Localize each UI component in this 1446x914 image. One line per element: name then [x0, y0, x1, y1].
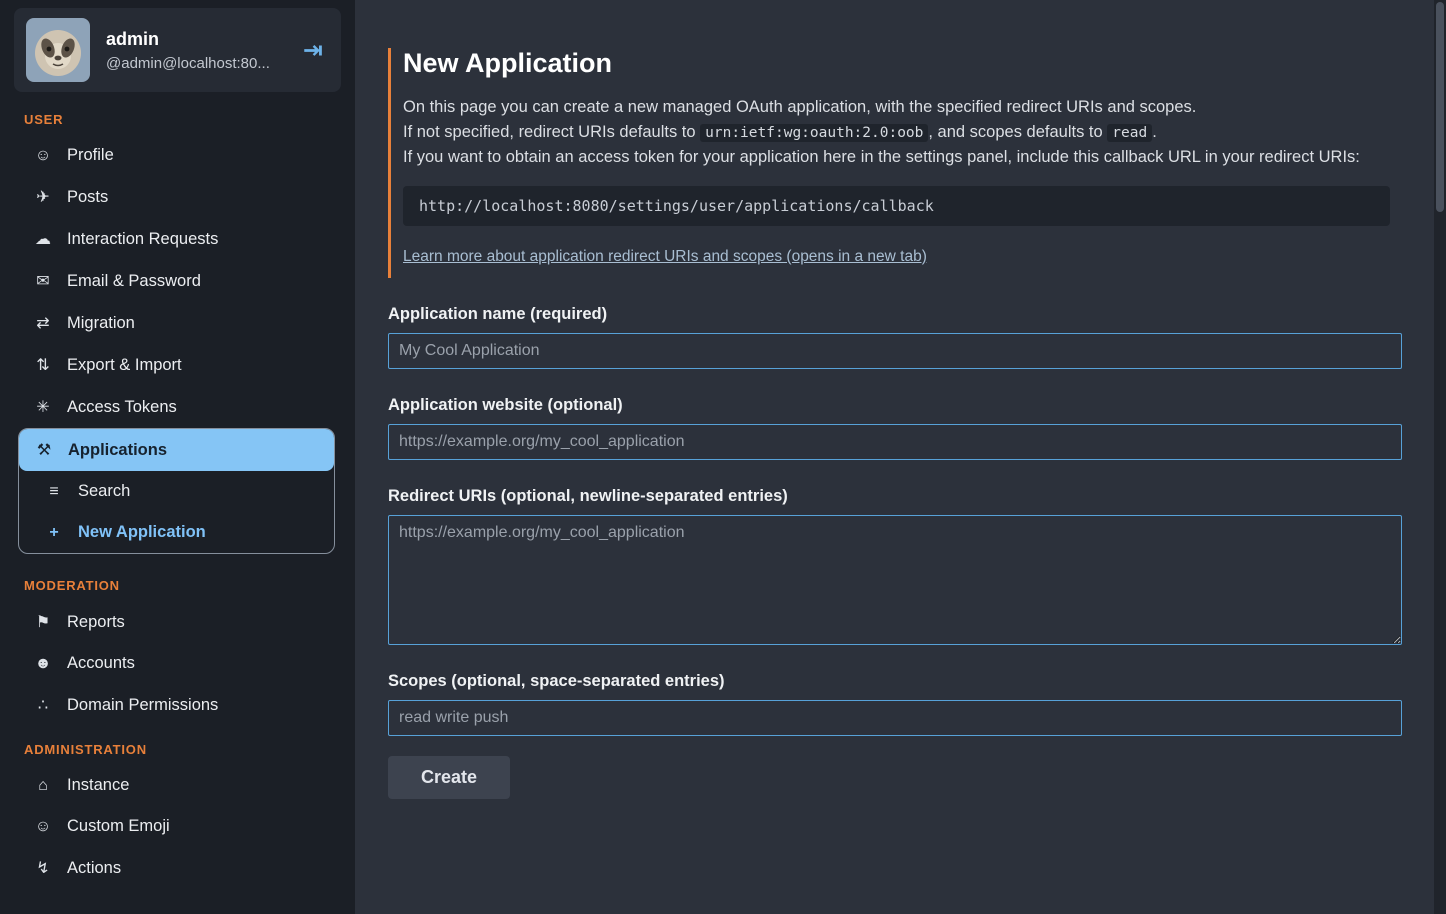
share-nodes-icon: ∴ — [32, 695, 54, 715]
sidebar-item-new-application[interactable]: + New Application — [19, 512, 334, 553]
intro-line-2-text: . — [1152, 123, 1157, 141]
sidebar-item-label: Instance — [67, 776, 129, 795]
tools-icon: ⚒ — [33, 440, 55, 460]
redirect-uris-label: Redirect URIs (optional, newline-separat… — [388, 487, 1390, 506]
application-website-input[interactable] — [388, 424, 1402, 460]
sidebar-item-applications-search[interactable]: ≡ Search — [19, 471, 334, 512]
sidebar-item-label: Export & Import — [67, 356, 182, 375]
list-icon: ≡ — [43, 483, 65, 501]
sidebar-item-instance[interactable]: ⌂ Instance — [18, 765, 335, 806]
plus-icon: + — [43, 524, 65, 542]
nav-user: ☺ Profile ✈ Posts ☁ Interaction Requests… — [0, 135, 355, 428]
export-import-icon: ⇅ — [32, 355, 54, 375]
scrollbar-thumb[interactable] — [1436, 2, 1444, 212]
form-docs: New Application On this page you can cre… — [388, 48, 1390, 278]
smiley-icon: ☺ — [32, 818, 54, 836]
section-heading-administration: ADMINISTRATION — [0, 726, 355, 765]
sidebar-item-domain-permissions[interactable]: ∴ Domain Permissions — [18, 684, 335, 726]
flag-icon: ⚑ — [32, 612, 54, 632]
intro-line-2-text: , and scopes defaults to — [928, 123, 1107, 141]
sitemap-icon: ⌂ — [32, 777, 54, 795]
scrollbar[interactable] — [1434, 0, 1446, 914]
sidebar-item-label: Custom Emoji — [67, 817, 170, 836]
new-application-form: Application name (required) Application … — [388, 305, 1390, 799]
applications-group: ⚒ Applications ≡ Search + New Applicatio… — [18, 428, 335, 554]
sidebar-item-label: Profile — [67, 146, 114, 165]
logout-icon[interactable]: ⇥ — [297, 32, 329, 69]
section-heading-user: USER — [0, 96, 355, 135]
learn-more-link[interactable]: Learn more about application redirect UR… — [403, 248, 927, 265]
sidebar-item-migration[interactable]: ⇄ Migration — [18, 302, 335, 344]
sidebar-item-export-import[interactable]: ⇅ Export & Import — [18, 344, 335, 386]
redirect-uris-textarea[interactable] — [388, 515, 1402, 645]
paper-plane-icon: ✈ — [32, 187, 54, 207]
sidebar-item-label: Access Tokens — [67, 398, 177, 417]
sidebar-item-reports[interactable]: ⚑ Reports — [18, 601, 335, 643]
user-icon: ☺ — [32, 147, 54, 165]
sidebar: admin @admin@localhost:80... ⇥ USER ☺ Pr… — [0, 0, 355, 914]
intro-line-2-text: If not specified, redirect URIs defaults… — [403, 123, 700, 141]
envelope-icon: ✉ — [32, 271, 54, 291]
application-website-label: Application website (optional) — [388, 396, 1390, 415]
sidebar-item-accounts[interactable]: ☻ Accounts — [18, 643, 335, 684]
user-meta: admin @admin@localhost:80... — [106, 29, 281, 72]
scopes-input[interactable] — [388, 700, 1402, 736]
sidebar-item-label: Actions — [67, 859, 121, 878]
sidebar-item-label: New Application — [78, 523, 206, 542]
settings-page: admin @admin@localhost:80... ⇥ USER ☺ Pr… — [0, 0, 1446, 914]
intro-line-3: If you want to obtain an access token fo… — [403, 145, 1390, 170]
sidebar-item-posts[interactable]: ✈ Posts — [18, 176, 335, 218]
intro-line-1: On this page you can create a new manage… — [403, 95, 1390, 120]
bolt-icon: ↯ — [32, 858, 54, 878]
sidebar-item-applications[interactable]: ⚒ Applications — [19, 429, 334, 471]
sidebar-item-access-tokens[interactable]: ✳ Access Tokens — [18, 386, 335, 428]
section-heading-moderation: MODERATION — [0, 562, 355, 601]
avatar — [26, 18, 90, 82]
main-panel: New Application On this page you can cre… — [355, 0, 1434, 914]
sidebar-item-label: Interaction Requests — [67, 230, 218, 249]
user-handle: @admin@localhost:80... — [106, 55, 281, 72]
sidebar-item-label: Posts — [67, 188, 108, 207]
sidebar-item-label: Email & Password — [67, 272, 201, 291]
nav-administration: ⌂ Instance ☺ Custom Emoji ↯ Actions — [0, 765, 355, 889]
nav-moderation: ⚑ Reports ☻ Accounts ∴ Domain Permission… — [0, 601, 355, 726]
create-button[interactable]: Create — [388, 756, 510, 799]
username: admin — [106, 29, 281, 50]
sidebar-item-actions[interactable]: ↯ Actions — [18, 847, 335, 889]
sidebar-item-profile[interactable]: ☺ Profile — [18, 135, 335, 176]
application-name-label: Application name (required) — [388, 305, 1390, 324]
inline-code-read: read — [1107, 124, 1152, 142]
sidebar-item-label: Accounts — [67, 654, 135, 673]
sidebar-item-label: Applications — [68, 441, 167, 460]
inline-code-oob: urn:ietf:wg:oauth:2.0:oob — [700, 124, 928, 142]
sidebar-item-label: Search — [78, 482, 130, 501]
application-name-input[interactable] — [388, 333, 1402, 369]
comments-icon: ☁ — [32, 229, 54, 249]
page-title: New Application — [403, 48, 1390, 79]
users-icon: ☻ — [32, 655, 54, 673]
intro-line-2: If not specified, redirect URIs defaults… — [403, 120, 1390, 146]
user-card: admin @admin@localhost:80... ⇥ — [14, 8, 341, 92]
sidebar-item-label: Reports — [67, 613, 125, 632]
token-icon: ✳ — [32, 397, 54, 417]
callback-url-code-block: http://localhost:8080/settings/user/appl… — [403, 186, 1390, 226]
migration-icon: ⇄ — [32, 313, 54, 333]
avatar-image — [26, 18, 90, 82]
sidebar-item-custom-emoji[interactable]: ☺ Custom Emoji — [18, 806, 335, 847]
sidebar-item-label: Domain Permissions — [67, 696, 218, 715]
sidebar-item-label: Migration — [67, 314, 135, 333]
sidebar-item-interaction-requests[interactable]: ☁ Interaction Requests — [18, 218, 335, 260]
sidebar-item-email-password[interactable]: ✉ Email & Password — [18, 260, 335, 302]
scopes-label: Scopes (optional, space-separated entrie… — [388, 672, 1390, 691]
